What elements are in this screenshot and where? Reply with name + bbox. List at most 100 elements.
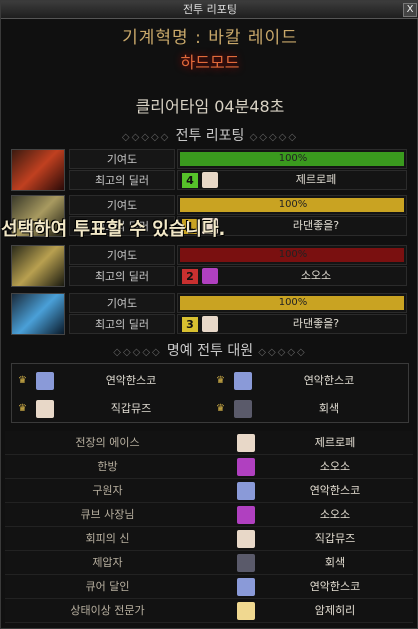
contribution-line: 기여도 100%	[69, 293, 407, 313]
honor-member-3[interactable]: ♛ 직갑뮤즈	[12, 396, 210, 422]
section-header-report: ◇◇◇◇◇ 전투 리포팅 ◇◇◇◇◇	[121, 128, 299, 144]
honor-member-4[interactable]: ♛ 회색	[210, 396, 408, 422]
honor-name: 직갑뮤즈	[110, 402, 152, 415]
crown-icon: ♛	[18, 403, 27, 414]
contribution-label: 기여도	[69, 149, 175, 169]
best-dealer-label: 최고의 딜러	[69, 314, 175, 334]
contribution-line: 기여도 100%	[69, 245, 407, 265]
avatar	[237, 434, 255, 452]
best-dealer-value: 3 라댄좋을?	[177, 314, 407, 334]
close-button[interactable]: X	[403, 3, 417, 17]
avatar	[202, 172, 218, 188]
avatar	[237, 578, 255, 596]
rank-badge: 3	[182, 317, 198, 332]
award-name: 암제히리	[314, 604, 356, 617]
contribution-value: 100%	[278, 199, 308, 210]
award-row: 큐어 달인 연악한스코	[5, 575, 413, 599]
blue-raid-icon	[11, 293, 65, 335]
award-name: 소오소	[319, 508, 351, 521]
gold-raid-icon	[11, 245, 65, 287]
battle-report-window: 전투 리포팅 X 기계혁명 : 바칼 레이드 하드모드 클리어타임 04분48초…	[0, 0, 418, 629]
award-title: 전장의 에이스	[75, 436, 140, 449]
title-bar: 전투 리포팅 X	[1, 1, 418, 19]
vote-hint-text: 선택하여 투표할 수 있습니다.	[1, 219, 226, 240]
award-title: 한방	[97, 460, 118, 473]
contribution-value: 100%	[278, 297, 308, 308]
report-row[interactable]: 기여도 100% 최고의 딜러 2 소오소	[7, 245, 407, 289]
award-title: 큐브 사장님	[80, 508, 135, 521]
clear-time: 클리어타임 04분48초	[135, 97, 285, 116]
section-report-label: 전투 리포팅	[175, 128, 245, 144]
contribution-value: 100%	[278, 249, 308, 260]
report-row[interactable]: 기여도 100% 최고의 딜러 3 라댄좋을?	[7, 293, 407, 337]
flame-raid-icon	[11, 149, 65, 191]
contribution-meter: 100%	[177, 245, 407, 265]
avatar	[237, 506, 255, 524]
section-honor-label: 명예 전투 대원	[166, 343, 254, 359]
avatar	[237, 602, 255, 620]
dealer-line: 최고의 딜러 2 소오소	[69, 266, 407, 286]
avatar	[237, 554, 255, 572]
best-dealer-value: 2 소오소	[177, 266, 407, 286]
award-name: 회색	[324, 556, 346, 569]
crown-icon: ♛	[216, 375, 225, 386]
crown-icon: ♛	[216, 403, 225, 414]
crown-icon: ♛	[18, 375, 27, 386]
award-row: 전장의 에이스 제르로페	[5, 431, 413, 455]
avatar	[234, 372, 252, 390]
avatar	[237, 482, 255, 500]
contribution-label: 기여도	[69, 195, 175, 215]
honor-member-2[interactable]: ♛ 연악한스코	[210, 368, 408, 394]
award-name: 연악한스코	[309, 580, 361, 593]
difficulty-mode: 하드모드	[180, 53, 240, 72]
award-title: 구원자	[92, 484, 123, 497]
avatar	[36, 372, 54, 390]
avatar	[202, 316, 218, 332]
award-row: 큐브 사장님 소오소	[5, 503, 413, 527]
window-title: 전투 리포팅	[182, 3, 238, 16]
dealer-name: 소오소	[300, 269, 332, 282]
award-row: 제압자 회색	[5, 551, 413, 575]
dealer-line: 최고의 딜러 3 라댄좋을?	[69, 314, 407, 334]
avatar	[36, 400, 54, 418]
award-row: 한방 소오소	[5, 455, 413, 479]
award-title: 상태이상 전문가	[70, 604, 145, 617]
contribution-line: 기여도 100%	[69, 195, 407, 215]
contribution-meter: 100%	[177, 195, 407, 215]
contribution-meter: 100%	[177, 149, 407, 169]
contribution-line: 기여도 100%	[69, 149, 407, 169]
honor-member-1[interactable]: ♛ 연악한스코	[12, 368, 210, 394]
honor-name: 연악한스코	[303, 374, 355, 387]
dealer-line: 최고의 딜러 4 제르로페	[69, 170, 407, 190]
award-name: 연악한스코	[309, 484, 361, 497]
best-dealer-label: 최고의 딜러	[69, 266, 175, 286]
contribution-label: 기여도	[69, 293, 175, 313]
award-row: 회피의 신 직갑뮤즈	[5, 527, 413, 551]
award-name: 소오소	[319, 460, 351, 473]
contribution-meter: 100%	[177, 293, 407, 313]
award-title: 큐어 달인	[85, 580, 130, 593]
contribution-value: 100%	[278, 153, 308, 164]
award-title: 회피의 신	[85, 532, 130, 545]
dealer-name: 라댄좋을?	[292, 317, 340, 330]
award-name: 제르로페	[314, 436, 356, 449]
award-row: 상태이상 전문가 암제히리	[5, 599, 413, 623]
rank-badge: 4	[182, 173, 198, 188]
report-row[interactable]: 기여도 100% 최고의 딜러 4 제르로페	[7, 149, 407, 193]
best-dealer-label: 최고의 딜러	[69, 170, 175, 190]
rank-badge: 2	[182, 269, 198, 284]
dungeon-title: 기계혁명 : 바칼 레이드	[122, 28, 298, 48]
award-row: 구원자 연악한스코	[5, 479, 413, 503]
honor-name: 연악한스코	[105, 374, 157, 387]
dealer-name: 제르로페	[295, 173, 337, 186]
contribution-label: 기여도	[69, 245, 175, 265]
avatar	[237, 458, 255, 476]
avatar	[237, 530, 255, 548]
award-title: 제압자	[92, 556, 123, 569]
best-dealer-value: 4 제르로페	[177, 170, 407, 190]
avatar	[234, 400, 252, 418]
avatar	[202, 268, 218, 284]
section-header-honor: ◇◇◇◇◇ 명예 전투 대원 ◇◇◇◇◇	[113, 343, 307, 359]
honor-name: 회색	[318, 402, 340, 415]
honor-member-list: ♛ 연악한스코 ♛ 연악한스코 ♛ 직갑뮤즈 ♛ 회색	[11, 363, 409, 423]
